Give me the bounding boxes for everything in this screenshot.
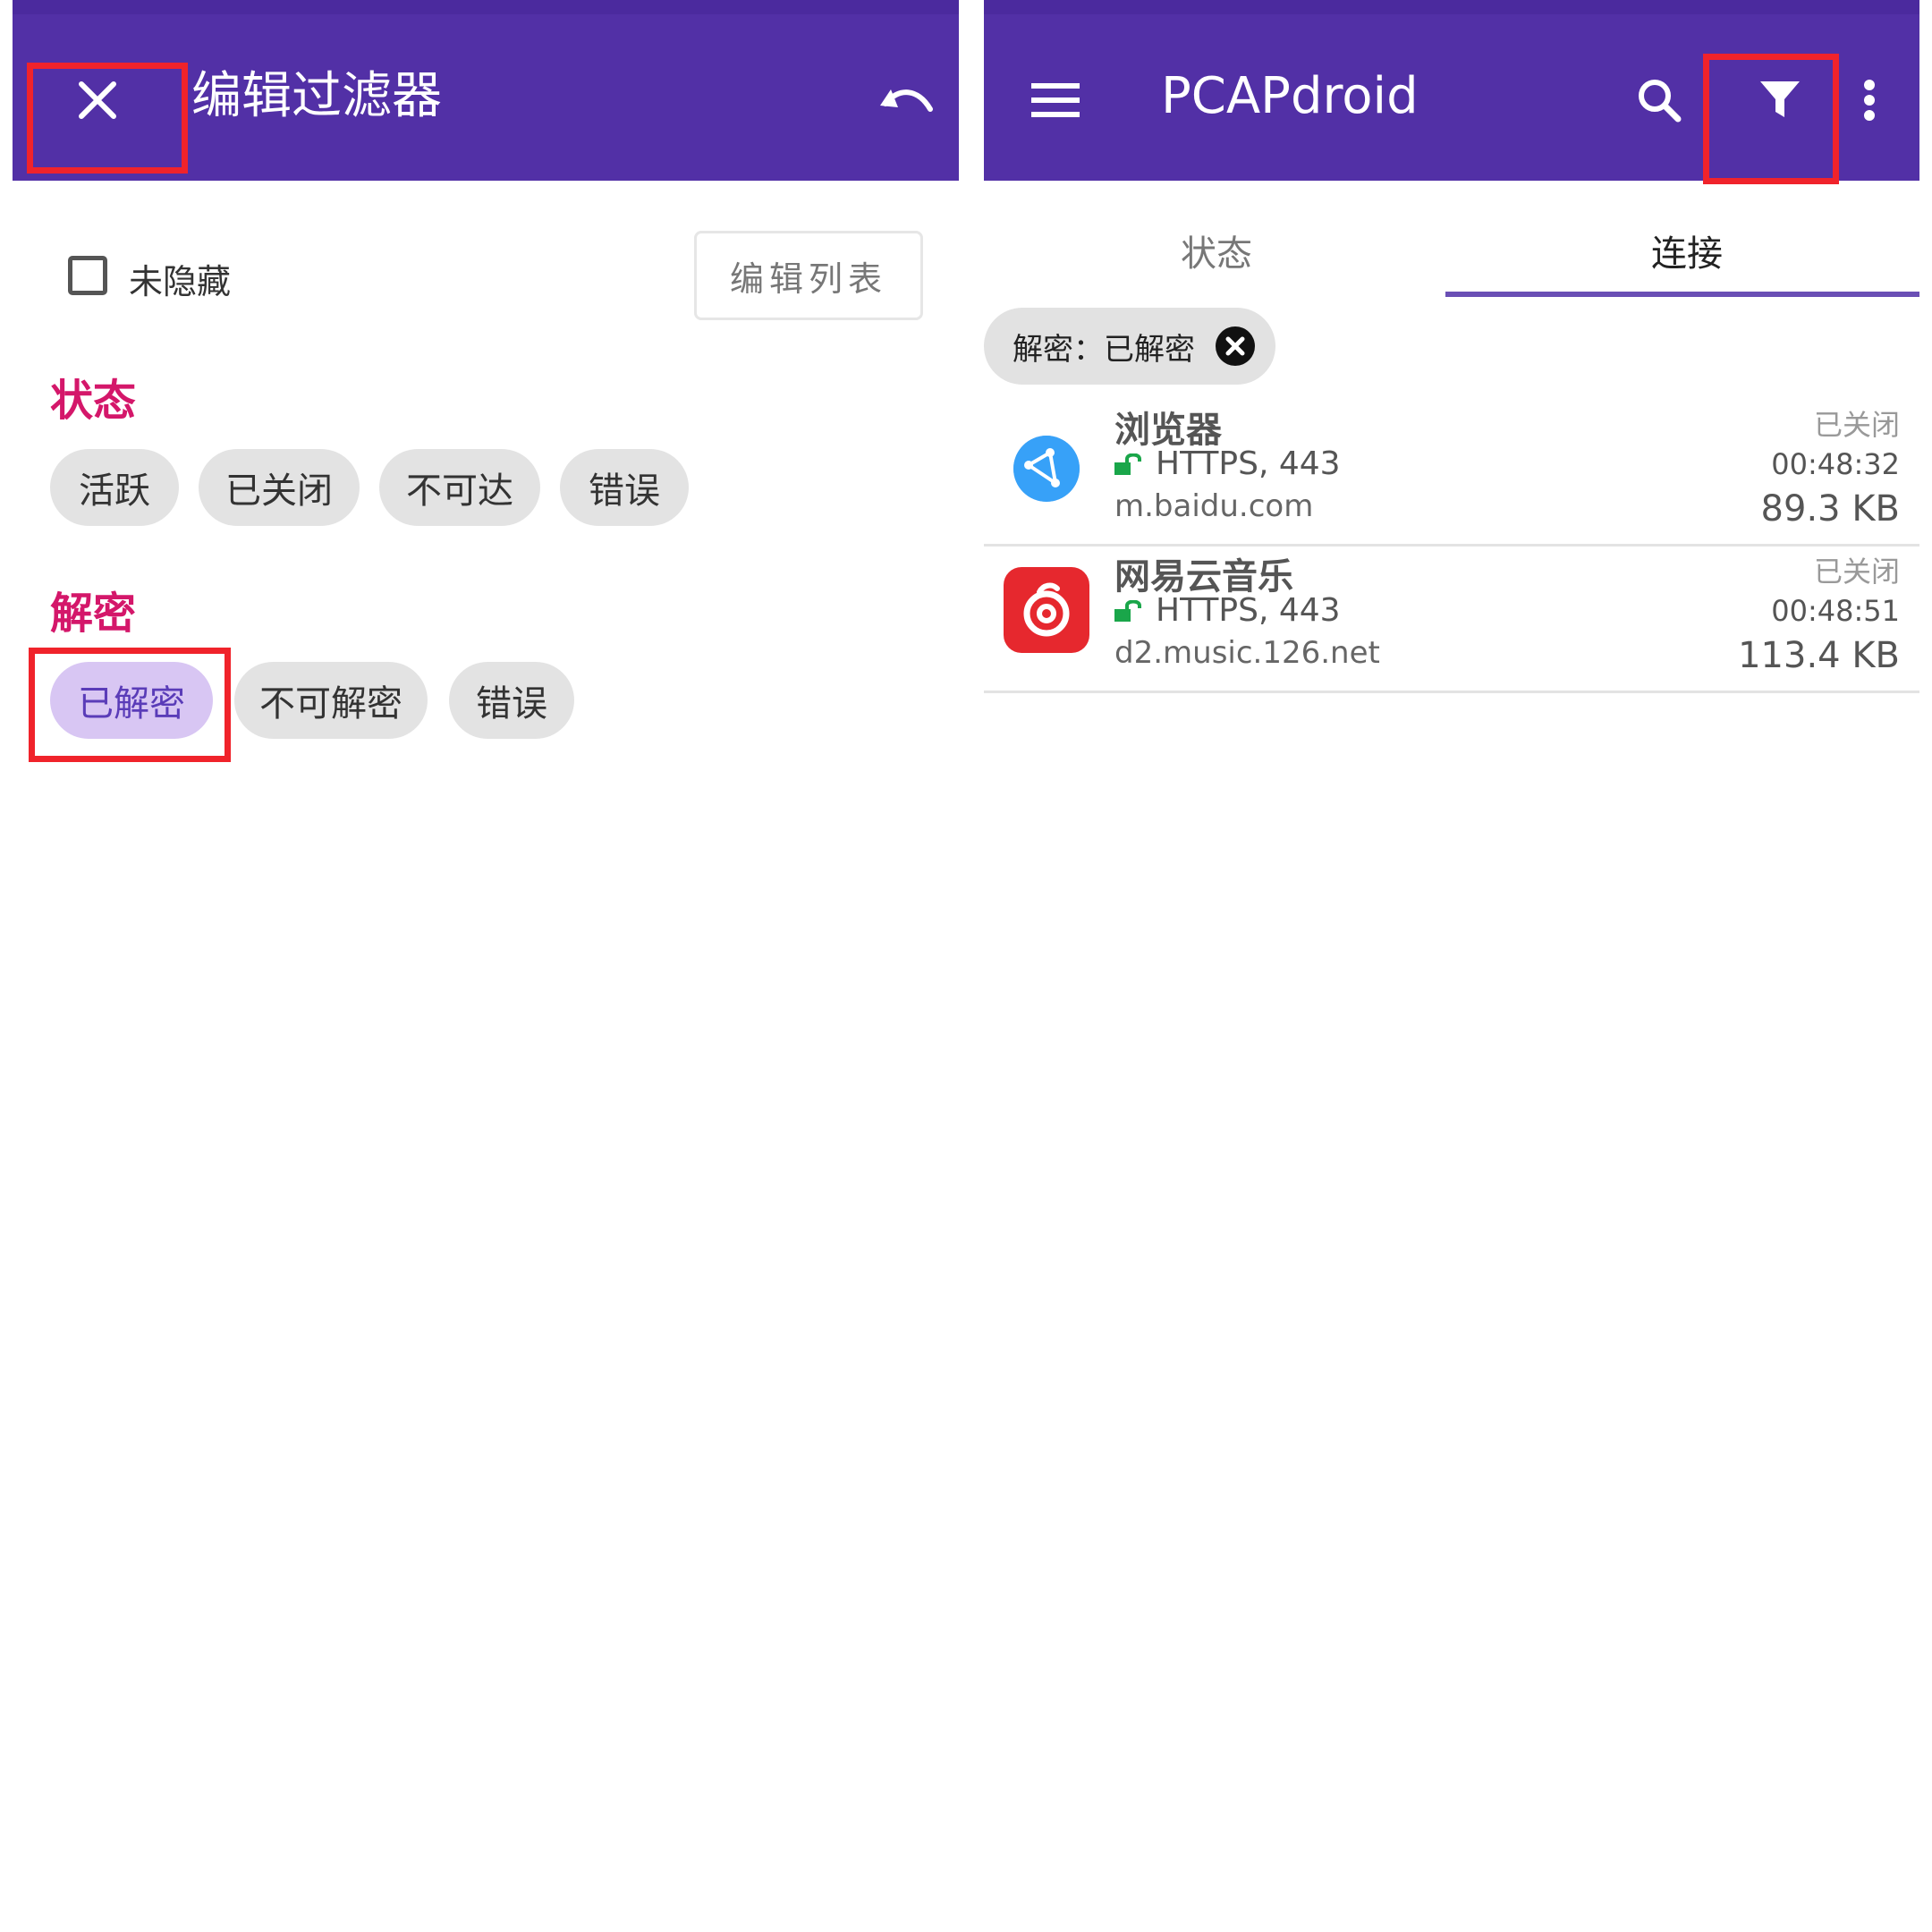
edit-filter-screen: 编辑过滤器 未隐藏 编辑列表 状态 活跃 已关闭 不可达 错误 解密 已解密 不… <box>0 0 971 1932</box>
edit-list-button[interactable]: 编辑列表 <box>694 231 923 320</box>
connection-host: d2.music.126.net <box>1114 635 1380 671</box>
unlocked-lock-icon <box>1114 599 1141 622</box>
active-filter-label: 解密：已解密 <box>1013 331 1195 368</box>
connection-status: 已关闭 <box>1813 408 1900 442</box>
undo-icon <box>880 89 933 112</box>
browser-globe-icon <box>1013 436 1080 502</box>
search-icon <box>1639 80 1682 123</box>
tab-status[interactable]: 状态 <box>984 206 1449 295</box>
tab-connections[interactable]: 连接 <box>1454 206 1919 295</box>
more-vert-icon <box>1864 80 1875 121</box>
connection-size: 89.3 KB <box>1760 488 1900 530</box>
page-title: 编辑过滤器 <box>191 67 442 125</box>
unlocked-lock-icon <box>1114 453 1141 475</box>
more-options-button[interactable] <box>1843 64 1896 136</box>
status-chip-active[interactable]: 活跃 <box>50 449 179 526</box>
active-filter-chip[interactable]: 解密：已解密 <box>984 308 1275 385</box>
menu-button[interactable] <box>1011 64 1100 136</box>
decryption-section-title: 解密 <box>50 589 137 639</box>
connection-protocol-text: HTTPS, 443 <box>1156 445 1341 482</box>
status-section-title: 状态 <box>50 376 137 426</box>
status-bar <box>984 0 1919 14</box>
connection-row[interactable]: 网易云音乐 HTTPS, 443 d2.music.126.net 已关闭 00… <box>984 547 1919 693</box>
connection-host: m.baidu.com <box>1114 488 1314 524</box>
search-button[interactable] <box>1619 64 1699 136</box>
unhidden-label: 未隐藏 <box>129 262 232 301</box>
connection-time: 00:48:32 <box>1771 447 1900 481</box>
menu-icon <box>1031 83 1080 117</box>
netease-music-icon <box>1004 567 1089 653</box>
status-chip-error[interactable]: 错误 <box>560 449 689 526</box>
connection-time: 00:48:51 <box>1771 594 1900 628</box>
unhidden-checkbox[interactable] <box>68 256 107 295</box>
decryption-chip-not-decryptable[interactable]: 不可解密 <box>234 662 428 739</box>
status-chip-closed[interactable]: 已关闭 <box>199 449 360 526</box>
connection-protocol: HTTPS, 443 <box>1114 445 1341 482</box>
close-highlight-box <box>27 63 188 174</box>
connection-protocol: HTTPS, 443 <box>1114 592 1341 629</box>
connection-row[interactable]: 浏览器 HTTPS, 443 m.baidu.com 已关闭 00:48:32 … <box>984 401 1919 547</box>
tab-indicator <box>1445 292 1919 297</box>
connection-protocol-text: HTTPS, 443 <box>1156 592 1341 629</box>
filter-highlight-box <box>1703 54 1839 184</box>
close-circle-icon[interactable] <box>1215 326 1256 367</box>
status-chip-unreachable[interactable]: 不可达 <box>379 449 540 526</box>
connections-screen: PCAPdroid 状态 连接 解密：已解密 浏览器 HTTPS, 443 m.… <box>971 0 1932 1932</box>
decryption-chip-error[interactable]: 错误 <box>449 662 574 739</box>
decrypted-highlight-box <box>29 648 231 762</box>
status-bar <box>13 0 959 14</box>
connection-status: 已关闭 <box>1813 555 1900 589</box>
undo-button[interactable] <box>862 64 952 136</box>
connection-size: 113.4 KB <box>1738 635 1900 676</box>
app-title: PCAPdroid <box>1161 67 1419 125</box>
